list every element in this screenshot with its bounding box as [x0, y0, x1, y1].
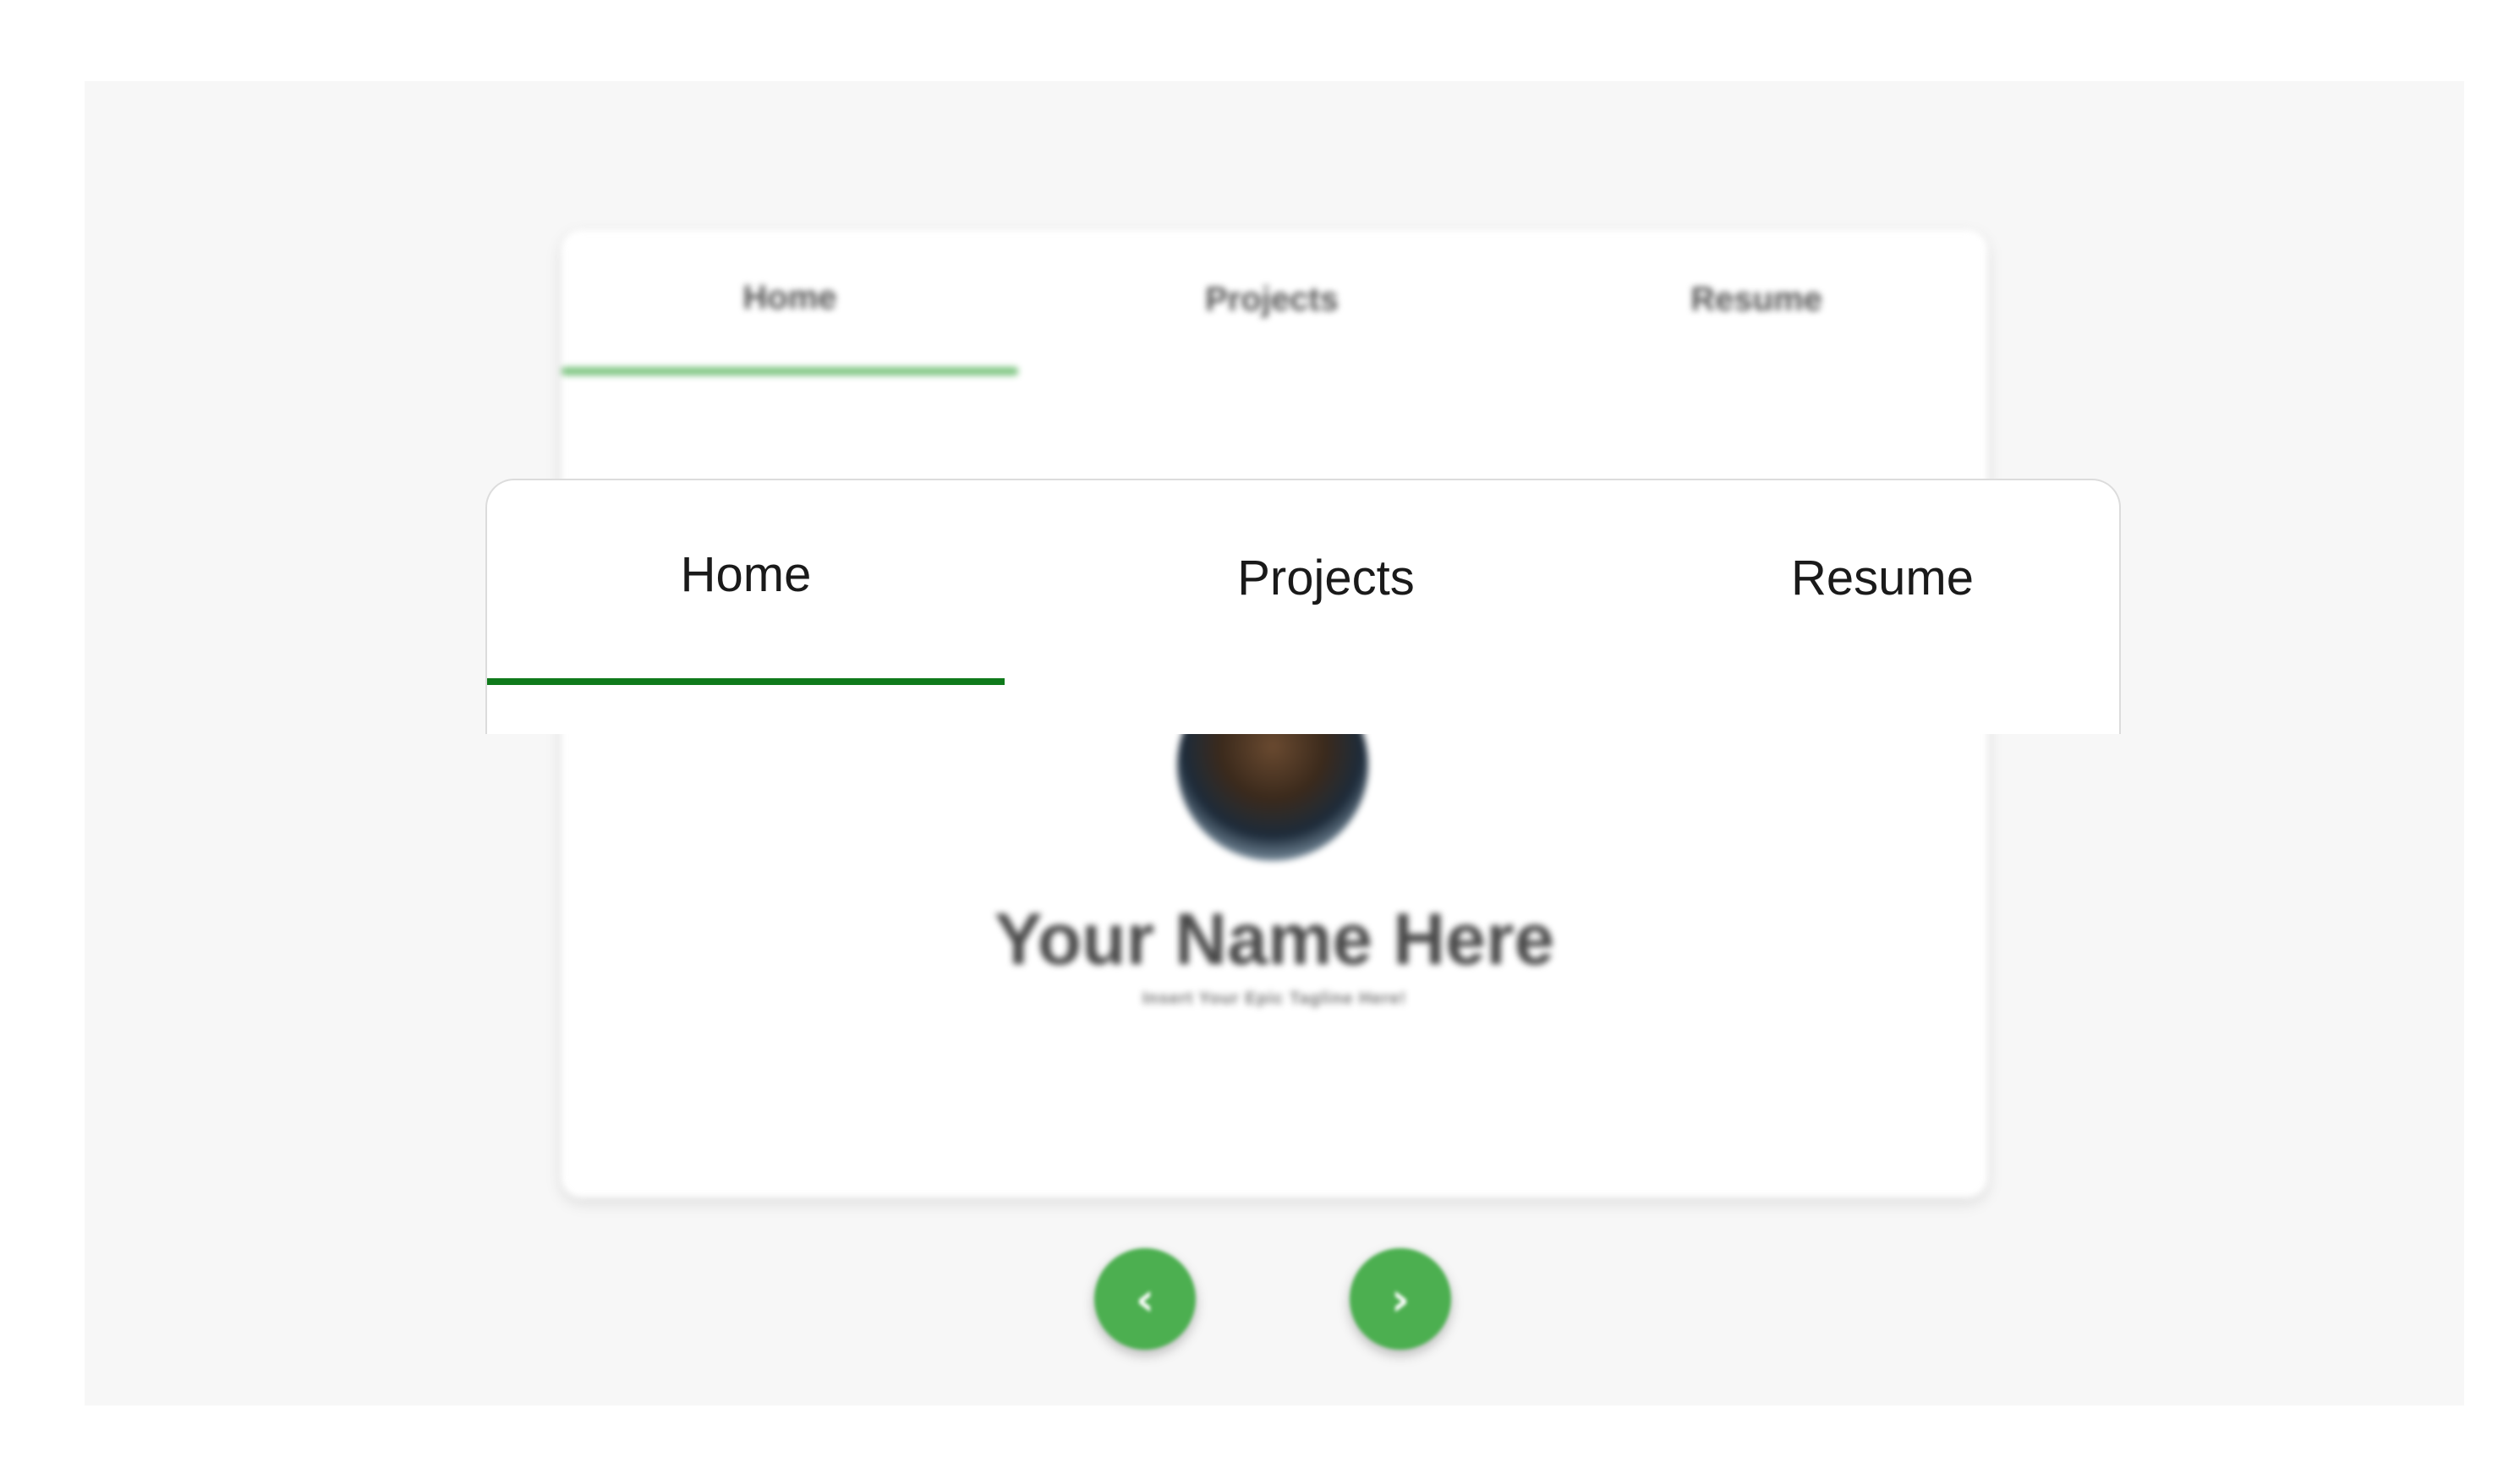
card-tab-resume[interactable]: Resume: [1526, 281, 1987, 319]
tab-projects[interactable]: Projects: [1005, 550, 1647, 606]
card-tab-active-indicator: [562, 367, 1018, 375]
previous-button[interactable]: ‹: [1094, 1248, 1196, 1350]
card-tab-bar: Home Projects Resume: [562, 230, 1987, 381]
page-stage: Home Projects Resume Your Name Here Inse…: [85, 81, 2464, 1405]
card-tab-home[interactable]: Home: [562, 279, 1018, 317]
chevron-right-icon: ›: [1390, 1272, 1411, 1326]
zoomed-tab-bar: Home Projects Resume: [485, 479, 2121, 734]
card-tab-projects[interactable]: Projects: [1018, 281, 1526, 319]
tab-active-indicator: [487, 678, 1005, 685]
chevron-left-icon: ‹: [1135, 1272, 1155, 1326]
profile-tagline: Insert Your Epic Tagline Here!: [1142, 989, 1407, 1008]
tab-resume[interactable]: Resume: [1647, 550, 2117, 606]
profile-name: Your Name Here: [994, 899, 1555, 980]
tab-home[interactable]: Home: [487, 546, 1005, 603]
background-page: Home Projects Resume Your Name Here Inse…: [85, 81, 2464, 1405]
next-button[interactable]: ›: [1350, 1248, 1451, 1350]
